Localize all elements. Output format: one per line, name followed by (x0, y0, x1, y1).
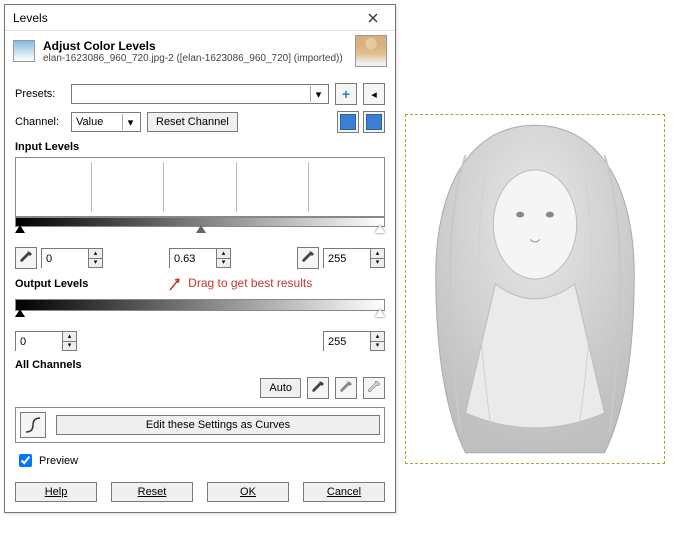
spin-up[interactable]: ▴ (371, 249, 384, 259)
input-gamma-field[interactable]: ▴▾ (169, 248, 231, 268)
cancel-button[interactable]: Cancel (303, 482, 385, 502)
spin-up[interactable]: ▴ (217, 249, 230, 259)
spin-up[interactable]: ▴ (89, 249, 102, 259)
help-button[interactable]: Help (15, 482, 97, 502)
curves-icon-button[interactable] (20, 412, 46, 438)
channel-row: Channel: Value ▾ Reset Channel (15, 111, 385, 133)
spin-down[interactable]: ▾ (371, 259, 384, 268)
input-slider-track[interactable] (15, 227, 385, 241)
preset-menu-button[interactable]: ◂ (363, 83, 385, 105)
black-eyedropper[interactable] (15, 247, 37, 269)
add-preset-button[interactable]: + (335, 83, 357, 105)
pick-white-button[interactable] (363, 377, 385, 399)
window-title: Levels (13, 11, 355, 25)
presets-label: Presets: (15, 88, 65, 100)
output-slider-track[interactable] (15, 311, 385, 325)
eyedropper-icon (311, 381, 325, 395)
eyedropper-icon (339, 381, 353, 395)
plus-icon: + (342, 86, 350, 102)
pick-gray-button[interactable] (335, 377, 357, 399)
levels-tool-icon (13, 40, 35, 62)
dialog-subtitle: elan-1623086_960_720.jpg-2 ([elan-162308… (43, 53, 347, 64)
edit-as-curves-row: Edit these Settings as Curves (15, 407, 385, 443)
pick-black-button[interactable] (307, 377, 329, 399)
close-icon (368, 13, 378, 23)
input-high-field[interactable]: ▴▾ (323, 248, 385, 268)
eyedropper-icon (301, 251, 315, 265)
reset-channel-button[interactable]: Reset Channel (147, 112, 238, 132)
eyedropper-icon (19, 251, 33, 265)
preview-label: Preview (39, 455, 78, 467)
spin-down[interactable]: ▾ (89, 259, 102, 268)
chevron-down-icon: ▾ (122, 114, 138, 130)
white-eyedropper[interactable] (297, 247, 319, 269)
auto-button[interactable]: Auto (260, 378, 301, 398)
dialog-header: Adjust Color Levels elan-1623086_960_720… (5, 31, 395, 71)
arrow-annotation-icon (167, 275, 185, 293)
log-histogram-button[interactable] (363, 111, 385, 133)
histogram[interactable] (15, 157, 385, 217)
curves-icon (24, 416, 42, 434)
all-channels-label: All Channels (15, 359, 385, 371)
edit-as-curves-button[interactable]: Edit these Settings as Curves (56, 415, 380, 435)
linear-histogram-button[interactable] (337, 111, 359, 133)
output-gradient (15, 299, 385, 311)
presets-row: Presets: ▾ + ◂ (15, 83, 385, 105)
channel-label: Channel: (15, 116, 65, 128)
black-point-slider[interactable] (15, 225, 25, 233)
output-low-field[interactable]: ▴▾ (15, 331, 77, 351)
histogram-log-icon (366, 114, 382, 130)
titlebar[interactable]: Levels (5, 5, 395, 31)
input-low-field[interactable]: ▴▾ (41, 248, 103, 268)
white-point-slider[interactable] (375, 225, 385, 233)
layer-thumbnail (355, 35, 387, 67)
gamma-slider[interactable] (196, 225, 206, 233)
preview-checkbox[interactable] (19, 454, 32, 467)
histogram-linear-icon (340, 114, 356, 130)
close-button[interactable] (355, 6, 391, 30)
reset-button[interactable]: Reset (111, 482, 193, 502)
output-black-slider[interactable] (15, 309, 25, 317)
presets-combo[interactable]: ▾ (71, 84, 329, 104)
input-levels-label: Input Levels (15, 141, 385, 153)
spin-down[interactable]: ▾ (217, 259, 230, 268)
image-canvas[interactable] (405, 114, 665, 464)
output-white-slider[interactable] (375, 309, 385, 317)
chevron-down-icon: ▾ (310, 86, 326, 102)
levels-dialog: Levels Adjust Color Levels elan-1623086_… (4, 4, 396, 513)
eyedropper-icon (367, 381, 381, 395)
annotation-text: Drag to get best results (188, 276, 312, 290)
sketch-preview (406, 115, 664, 463)
channel-select[interactable]: Value ▾ (71, 112, 141, 132)
dialog-heading: Adjust Color Levels (43, 39, 347, 53)
ok-button[interactable]: OK (207, 482, 289, 502)
output-high-field[interactable]: ▴▾ (323, 331, 385, 351)
menu-left-icon: ◂ (371, 88, 377, 101)
output-levels-label: Output Levels (15, 278, 88, 290)
